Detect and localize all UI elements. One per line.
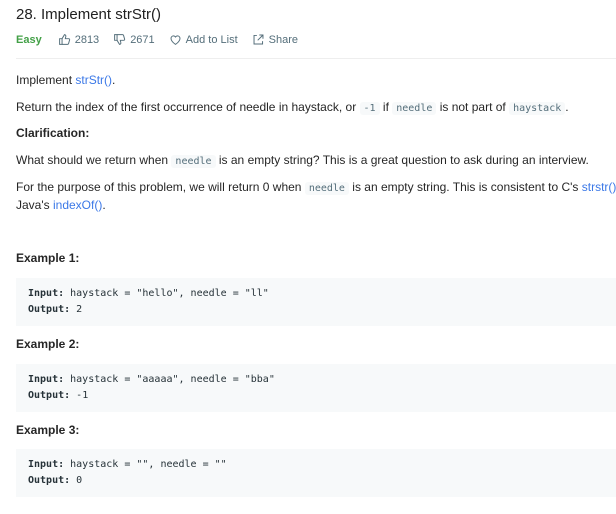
return-text-a: Return the index of the first occurrence… <box>16 100 360 114</box>
like-button[interactable]: 2813 <box>58 33 99 46</box>
clar-text-a: What should we return when <box>16 153 172 167</box>
problem-title: 28. Implement strStr() <box>16 6 162 23</box>
strstr-link[interactable]: strStr() <box>75 73 112 87</box>
example-3-heading: Example 3: <box>16 423 80 437</box>
add-to-list-button[interactable]: Add to List <box>169 33 238 46</box>
example-3-input-label: Input: <box>28 459 65 470</box>
clarification-heading: Clarification: <box>16 126 90 140</box>
code-needle: needle <box>392 102 437 115</box>
clarification-paragraph: What should we return when needle is an … <box>16 152 589 170</box>
example-3-output: 0 <box>70 475 83 486</box>
add-to-list-label: Add to List <box>185 33 238 46</box>
thumbs-down-icon <box>114 34 126 45</box>
example-2-output-label: Output: <box>28 390 71 401</box>
intro-paragraph: Implement strStr(). <box>16 72 115 89</box>
example-1-block: Input: haystack = "hello", needle = "ll"… <box>16 278 616 326</box>
java-indexof-link[interactable]: indexOf() <box>53 198 102 212</box>
example-1-heading: Example 1: <box>16 251 80 265</box>
example-1-output: 2 <box>70 304 83 315</box>
return-text-c: is not part of <box>436 100 510 114</box>
example-1-input-label: Input: <box>28 288 65 299</box>
purpose-text-d: Java's <box>16 198 53 212</box>
example-3-input: haystack = "", needle = "" <box>64 459 227 470</box>
code-minus-one: -1 <box>359 102 380 115</box>
example-2-output: -1 <box>70 390 89 401</box>
example-3-block: Input: haystack = "", needle = "" Output… <box>16 449 616 497</box>
heart-icon <box>170 35 181 45</box>
return-paragraph: Return the index of the first occurrence… <box>16 99 569 117</box>
example-2-input-label: Input: <box>28 374 65 385</box>
example-2-input: haystack = "aaaaa", needle = "bba" <box>64 374 275 385</box>
intro-period: . <box>112 73 116 87</box>
share-label: Share <box>268 33 299 46</box>
example-3-output-label: Output: <box>28 475 71 486</box>
purpose-text-a: For the purpose of this problem, we will… <box>16 180 305 194</box>
difficulty-badge: Easy <box>16 33 42 46</box>
clar-text-b: is an empty string? This is a great ques… <box>215 153 589 167</box>
example-2-heading: Example 2: <box>16 337 80 351</box>
problem-meta-bar: Easy 2813 2671 Add to List Share <box>16 33 312 46</box>
purpose-text-b: is an empty string. This is consistent t… <box>348 180 582 194</box>
example-1-input: haystack = "hello", needle = "ll" <box>64 288 269 299</box>
share-icon <box>253 34 264 45</box>
header-divider <box>16 58 616 59</box>
intro-text: Implement <box>16 73 76 87</box>
return-text-d: . <box>565 100 569 114</box>
code-needle-3: needle <box>304 182 349 195</box>
purpose-paragraph: For the purpose of this problem, we will… <box>16 179 616 214</box>
code-needle-2: needle <box>171 155 216 168</box>
code-haystack: haystack <box>509 102 566 115</box>
like-count: 2813 <box>74 33 100 46</box>
c-strstr-link[interactable]: strstr() <box>582 180 616 194</box>
example-2-block: Input: haystack = "aaaaa", needle = "bba… <box>16 364 616 412</box>
dislike-count: 2671 <box>130 33 155 46</box>
purpose-text-e: . <box>102 198 106 212</box>
thumbs-up-icon <box>58 34 70 45</box>
return-text-b: if <box>379 100 393 114</box>
example-1-output-label: Output: <box>28 304 71 315</box>
dislike-button[interactable]: 2671 <box>113 33 155 46</box>
share-button[interactable]: Share <box>252 33 298 46</box>
